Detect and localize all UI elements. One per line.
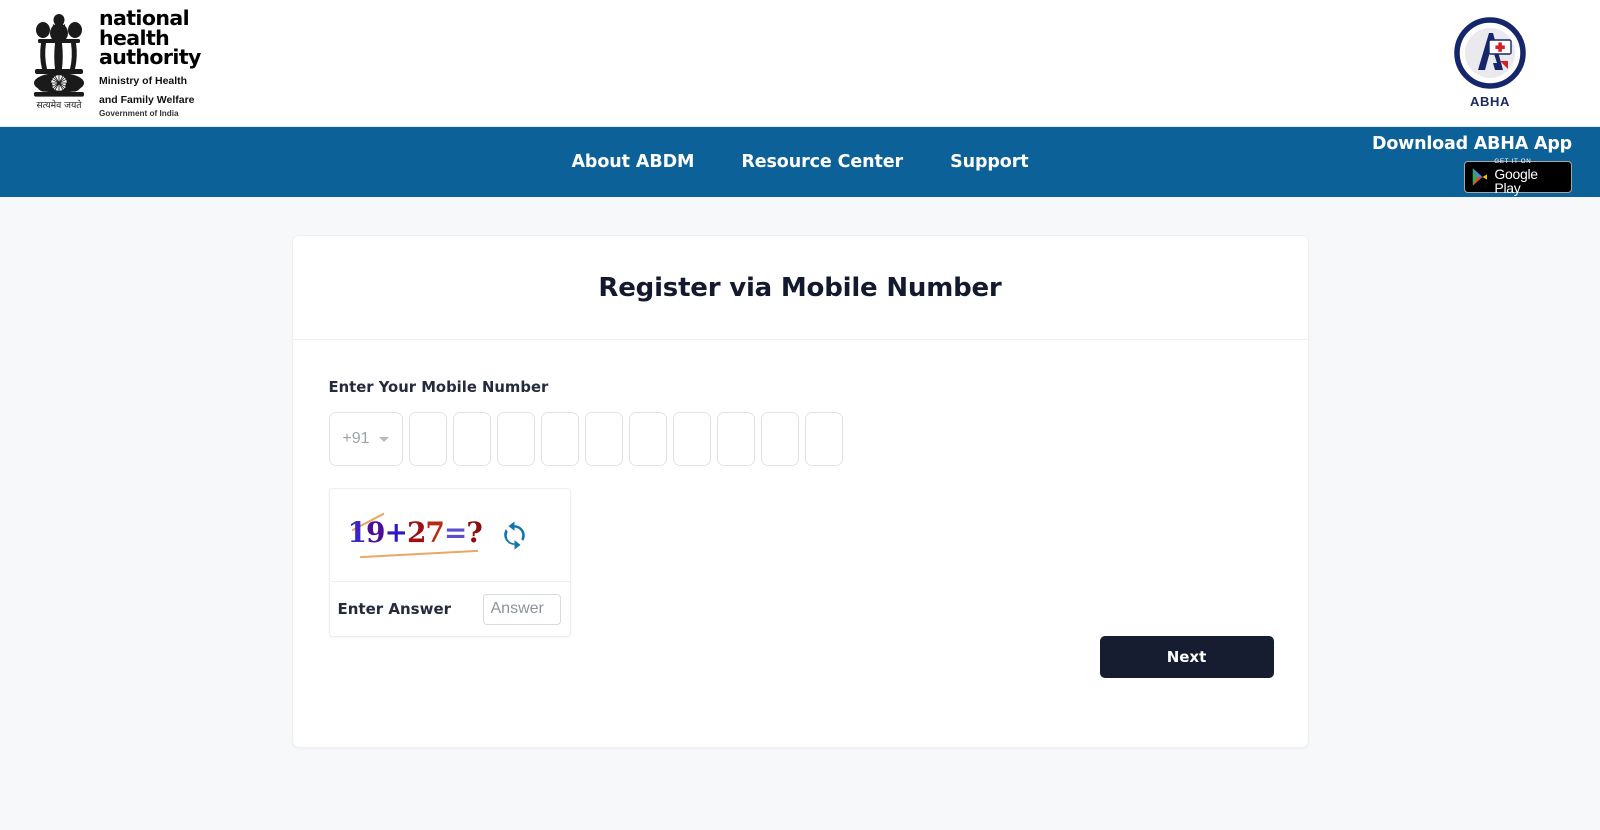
mobile-digit-1[interactable] <box>408 412 447 466</box>
mobile-digit-9[interactable] <box>760 412 799 466</box>
mobile-digit-5[interactable] <box>584 412 623 466</box>
next-button[interactable]: Next <box>1099 636 1274 678</box>
abha-mark-icon <box>1454 17 1526 89</box>
captcha-char-3: + <box>384 516 407 549</box>
mobile-digit-10[interactable] <box>804 412 843 466</box>
play-badge-name: Google Play <box>1494 166 1538 197</box>
nav-item-support[interactable]: Support <box>950 152 1029 172</box>
registration-card: Register via Mobile Number Enter Your Mo… <box>291 235 1309 748</box>
india-state-emblem-icon: सत्यमेव जयते <box>34 14 84 111</box>
captcha-expression: 19+27=? <box>347 516 483 549</box>
captcha-char-6: = <box>443 516 467 549</box>
mobile-digit-2[interactable] <box>452 412 491 466</box>
google-play-icon <box>1472 168 1488 186</box>
captcha-char-5: 7 <box>425 516 445 549</box>
nav-item-about-abdm[interactable]: About ABDM <box>571 152 694 172</box>
brand-line-3: authority <box>99 45 201 70</box>
mobile-digit-3[interactable] <box>496 412 535 466</box>
captcha-char-1: 1 <box>347 516 368 549</box>
main-navigation-bar: About ABDM Resource Center Support Downl… <box>0 127 1600 197</box>
country-code-select[interactable]: +91 <box>328 412 403 466</box>
ministry-line-1: Ministry of Health <box>99 74 188 87</box>
download-app-title: Download ABHA App <box>1372 134 1572 154</box>
captcha-image: 19+27=? <box>346 512 483 558</box>
ministry-line-2: and Family Welfare <box>99 94 195 107</box>
captcha-noise-line-2 <box>359 549 478 558</box>
google-play-badge[interactable]: GET IT ON Google Play <box>1464 157 1572 197</box>
captcha-char-2: 9 <box>365 516 386 549</box>
download-app-block: Download ABHA App GET IT ON Google Play <box>1372 134 1572 197</box>
page-main: Register via Mobile Number Enter Your Mo… <box>0 197 1600 830</box>
page-header: सत्यमेव जयते national health authority M… <box>0 0 1600 127</box>
captcha-answer-input[interactable] <box>482 593 561 625</box>
mobile-number-input-group: +91 <box>328 412 1272 466</box>
card-header: Register via Mobile Number <box>292 236 1308 340</box>
mobile-digit-7[interactable] <box>672 412 711 466</box>
government-line: Government of India <box>99 108 179 118</box>
svg-text:सत्यमेव जयते: सत्यमेव जयते <box>36 99 82 111</box>
mobile-number-label: Enter Your Mobile Number <box>328 379 549 396</box>
page-title: Register via Mobile Number <box>598 272 1002 303</box>
country-code-value: +91 <box>342 430 370 447</box>
abha-logo[interactable]: ABHA <box>1442 16 1538 109</box>
captcha-char-7: ? <box>466 516 482 549</box>
nha-brand-logo: सत्यमेव जयते national health authority M… <box>28 7 201 119</box>
captcha-container: 19+27=? Enter Answer <box>328 488 571 637</box>
refresh-icon <box>504 520 525 550</box>
captcha-refresh-button[interactable] <box>495 515 535 555</box>
nav-links: About ABDM Resource Center Support <box>571 152 1028 172</box>
nav-item-resource-center[interactable]: Resource Center <box>741 152 903 172</box>
captcha-answer-label: Enter Answer <box>337 600 452 618</box>
chevron-down-icon <box>378 436 389 442</box>
play-badge-small-text: GET IT ON <box>1494 157 1532 165</box>
mobile-digit-8[interactable] <box>716 412 755 466</box>
mobile-digit-6[interactable] <box>628 412 667 466</box>
abha-logo-label: ABHA <box>1470 94 1510 109</box>
google-play-text: GET IT ON Google Play <box>1494 157 1565 197</box>
card-body: Enter Your Mobile Number +91 19+27=? Ent… <box>293 340 1308 747</box>
captcha-char-4: 2 <box>406 516 427 549</box>
brand-wordmark: national health authority Ministry of He… <box>99 7 201 119</box>
captcha-answer-row: Enter Answer <box>330 582 570 636</box>
captcha-display-row: 19+27=? <box>329 489 570 582</box>
mobile-digit-4[interactable] <box>540 412 579 466</box>
